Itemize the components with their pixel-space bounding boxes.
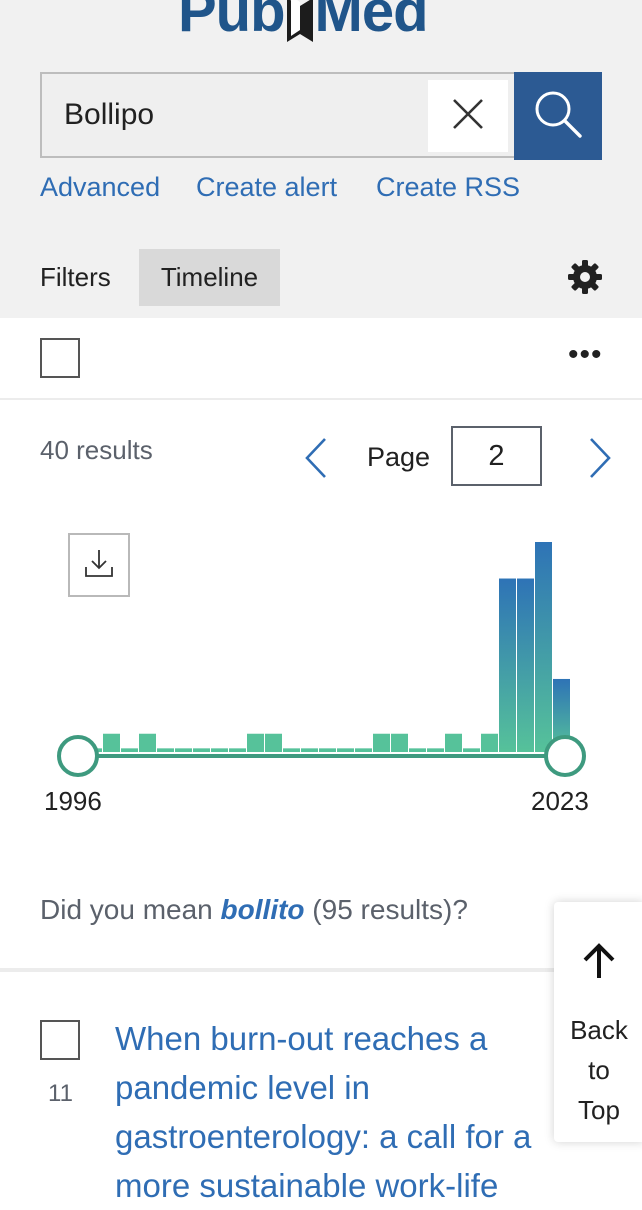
- timeline-bar-2019[interactable]: [481, 733, 498, 752]
- next-page-button[interactable]: [584, 436, 616, 480]
- chevron-left-icon: [300, 438, 332, 484]
- timeline-bar-2010[interactable]: [319, 748, 336, 752]
- arrow-up-icon: [579, 942, 619, 982]
- timeline-bar-2020[interactable]: [499, 578, 516, 752]
- timeline-bar-2001[interactable]: [157, 748, 174, 752]
- previous-page-button[interactable]: [300, 436, 332, 480]
- page-number-input[interactable]: 2: [451, 426, 542, 486]
- timeline-bar-2009[interactable]: [301, 748, 318, 752]
- close-icon: [450, 96, 486, 137]
- back-to-top-button[interactable]: Back to Top: [554, 902, 642, 1142]
- divider: [0, 968, 642, 972]
- select-all-checkbox[interactable]: [40, 338, 80, 378]
- clear-search-button[interactable]: [428, 80, 508, 152]
- back-to-top-line: to: [588, 1055, 610, 1085]
- gear-icon[interactable]: [567, 259, 603, 295]
- timeline-end-year: 2023: [531, 786, 589, 816]
- timeline-bar-2004[interactable]: [211, 748, 228, 752]
- timeline-bar-1998[interactable]: [103, 733, 120, 752]
- timeline-bar-2017[interactable]: [445, 733, 462, 752]
- timeline-bar-2015[interactable]: [409, 748, 426, 752]
- advanced-link[interactable]: Advanced: [40, 172, 160, 203]
- timeline-start-year: 1996: [44, 786, 102, 816]
- result-title-line: When burn-out reaches a: [115, 1020, 488, 1057]
- logo-left-text: Pub: [178, 0, 286, 44]
- timeline-bar-2007[interactable]: [265, 733, 282, 752]
- timeline-bar-2018[interactable]: [463, 748, 480, 752]
- results-count: 40 results: [40, 435, 153, 465]
- chevron-right-icon: [584, 438, 616, 484]
- back-to-top-line: Top: [578, 1095, 620, 1125]
- suggestion-suffix: (95 results)?: [304, 894, 468, 925]
- timeline-bar-2022[interactable]: [535, 542, 552, 752]
- result-title-line: pandemic level in: [115, 1069, 370, 1106]
- book-icon: [285, 0, 315, 48]
- search-button[interactable]: [514, 72, 602, 160]
- back-to-top-line: Back: [570, 1015, 628, 1045]
- more-options-button[interactable]: •••: [568, 338, 603, 372]
- timeline-start-handle[interactable]: [57, 735, 99, 777]
- logo-right-text: Med: [314, 0, 429, 44]
- timeline-bar-2012[interactable]: [355, 748, 372, 752]
- timeline-bar-2002[interactable]: [175, 748, 192, 752]
- back-to-top-label: Back to Top: [554, 1010, 642, 1130]
- download-icon: [83, 547, 115, 584]
- download-chart-button[interactable]: [68, 533, 130, 597]
- page-label: Page: [367, 442, 431, 472]
- result-number: 11: [48, 1080, 73, 1107]
- timeline-bar-2006[interactable]: [247, 733, 264, 752]
- create-rss-link[interactable]: Create RSS: [376, 172, 520, 203]
- suggestion-link[interactable]: bollito: [221, 894, 305, 925]
- timeline-bar-2021[interactable]: [517, 578, 534, 752]
- timeline-bar-2014[interactable]: [391, 733, 408, 752]
- result-checkbox[interactable]: [40, 1020, 80, 1060]
- pubmed-logo[interactable]: Pub Med ®: [178, 0, 429, 58]
- timeline-bar-2005[interactable]: [229, 748, 246, 752]
- search-input[interactable]: [42, 74, 422, 156]
- timeline-end-handle[interactable]: [544, 735, 586, 777]
- timeline-bar-2016[interactable]: [427, 748, 444, 752]
- suggestion-prefix: Did you mean: [40, 894, 221, 925]
- timeline-bar-1999[interactable]: [121, 748, 138, 752]
- timeline-button[interactable]: Timeline: [139, 249, 280, 306]
- result-title-line: more sustainable work-life: [115, 1167, 499, 1204]
- did-you-mean: Did you mean bollito (95 results)?: [40, 894, 468, 926]
- results-toolbar: •••: [0, 318, 642, 400]
- timeline-bar-2013[interactable]: [373, 733, 390, 752]
- result-title-link[interactable]: When burn-out reaches a pandemic level i…: [115, 1014, 585, 1210]
- timeline-bar-2008[interactable]: [283, 748, 300, 752]
- timeline-bar-2003[interactable]: [193, 748, 210, 752]
- timeline-bar-2000[interactable]: [139, 733, 156, 752]
- result-title-line: gastroenterology: a call for a: [115, 1118, 532, 1155]
- create-alert-link[interactable]: Create alert: [196, 172, 337, 203]
- search-icon: [531, 87, 585, 146]
- timeline-bar-2011[interactable]: [337, 748, 354, 752]
- filters-button[interactable]: Filters: [40, 262, 111, 293]
